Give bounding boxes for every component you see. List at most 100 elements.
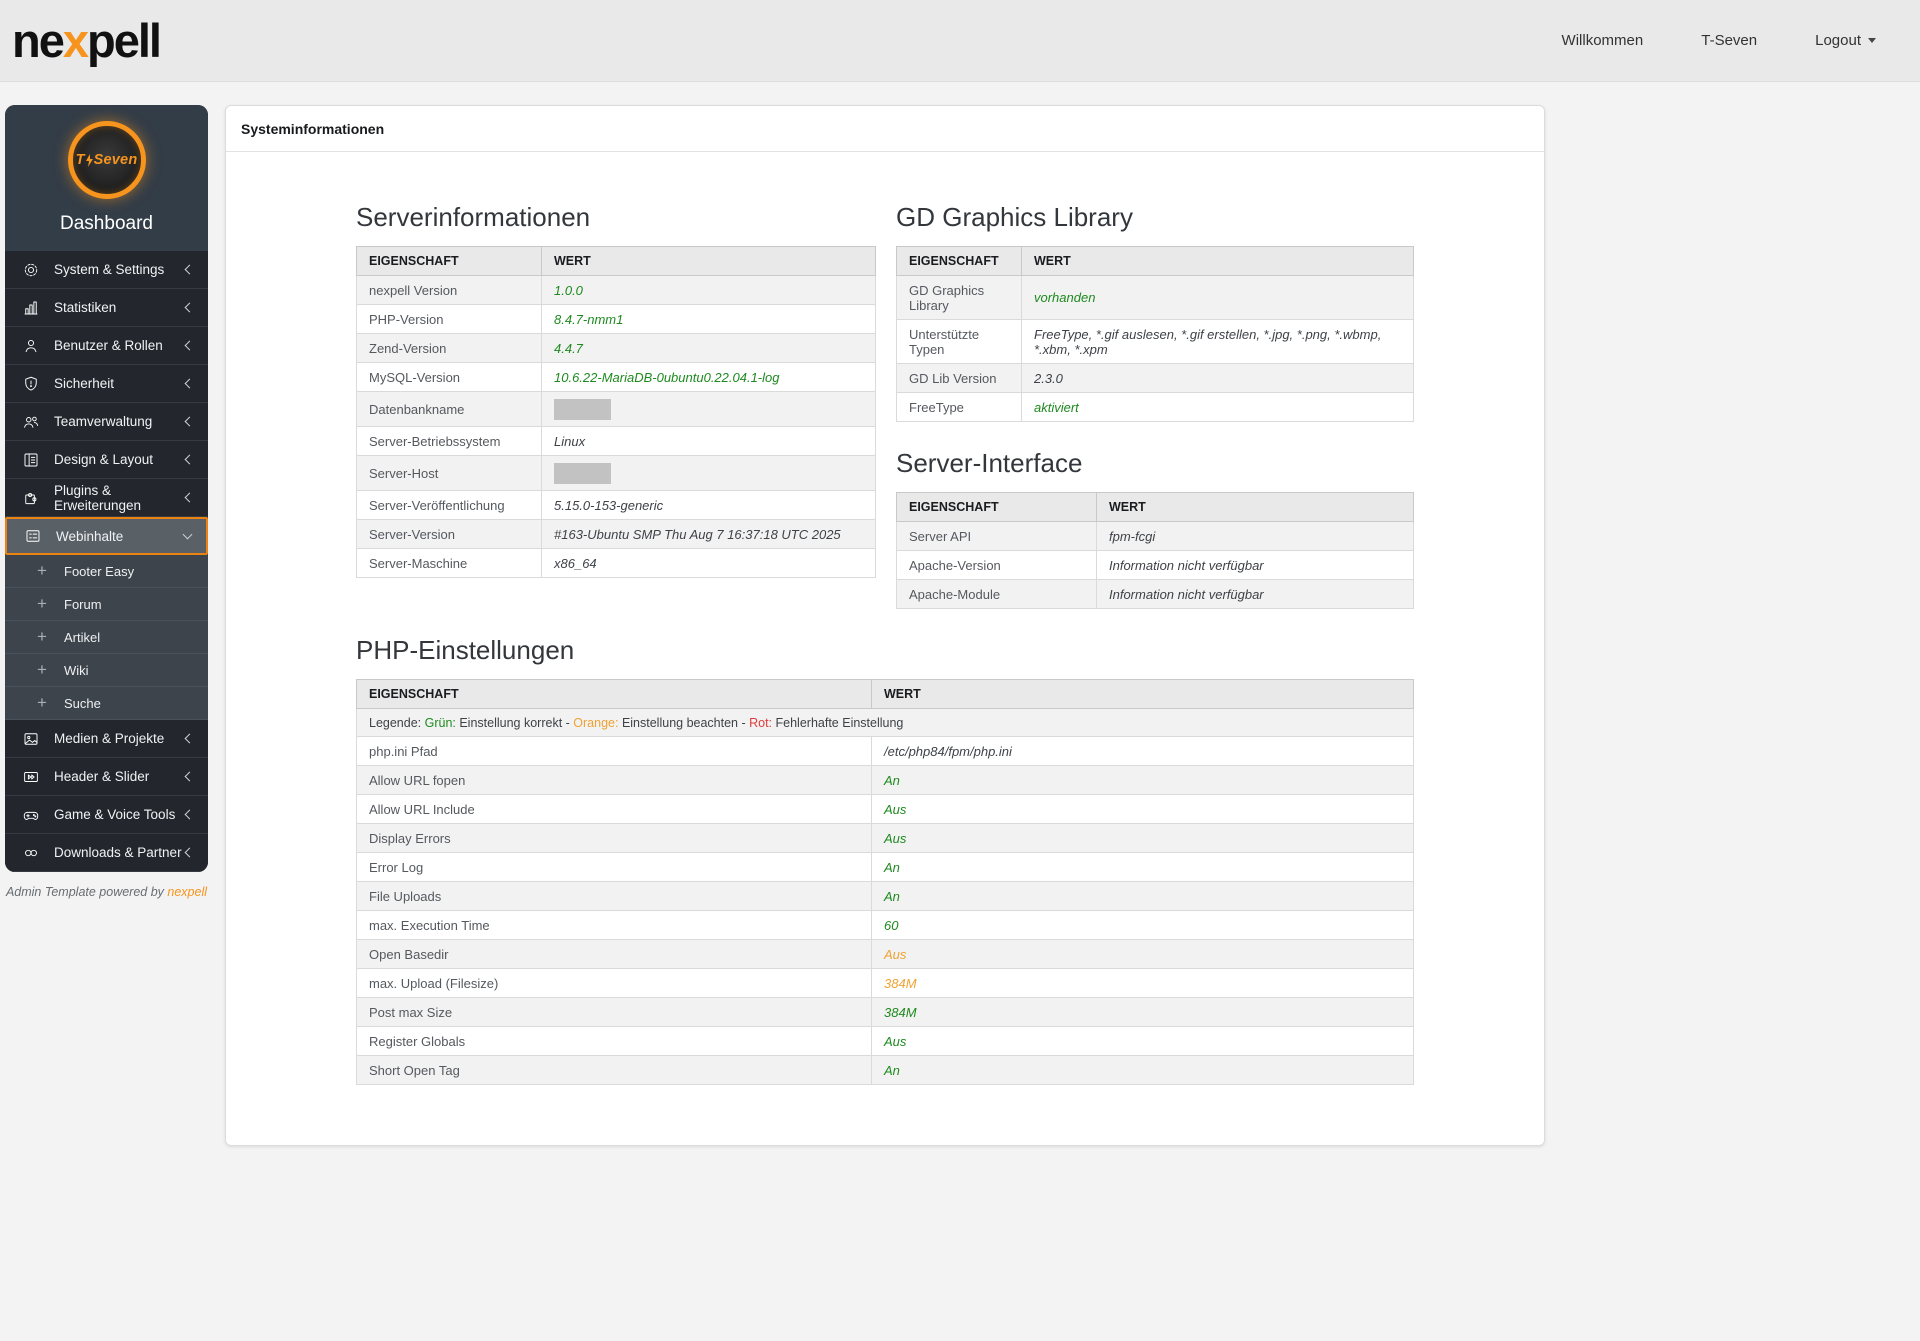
value-cell: aktiviert: [1021, 392, 1414, 422]
sidebar-item-label: Downloads & Partner: [54, 845, 182, 860]
sidebar-item-system-settings[interactable]: System & Settings: [5, 251, 208, 289]
sidebar-header: T Seven Dashboard: [5, 105, 208, 251]
property-cell: Register Globals: [356, 1026, 872, 1056]
property-cell: Post max Size: [356, 997, 872, 1027]
sidebar-item-label: Game & Voice Tools: [54, 807, 176, 822]
card-title: Systeminformationen: [226, 106, 1544, 152]
nexpell-credit-link[interactable]: nexpell: [167, 885, 207, 899]
sidebar-item-downloads-partner[interactable]: Downloads & Partner: [5, 834, 208, 872]
value-cell: Information nicht verfügbar: [1096, 579, 1414, 609]
property-cell: php.ini Pfad: [356, 736, 872, 766]
sidebar-item-game-voice-tools[interactable]: Game & Voice Tools: [5, 796, 208, 834]
column-header-wert: WERT: [541, 246, 876, 276]
top-header: nexpell Willkommen T-Seven Logout: [0, 0, 1920, 82]
sidebar-item-header-slider[interactable]: Header & Slider: [5, 758, 208, 796]
property-cell: File Uploads: [356, 881, 872, 911]
chevron-left-icon: [184, 809, 195, 820]
property-cell: GD Graphics Library: [896, 275, 1022, 320]
property-cell: nexpell Version: [356, 275, 542, 305]
property-cell: Error Log: [356, 852, 872, 882]
bar-chart-icon: [21, 298, 40, 317]
lightning-bolt-icon: [85, 153, 93, 167]
table-row: Post max Size 384M: [356, 997, 1414, 1027]
property-cell: Allow URL Include: [356, 794, 872, 824]
sidebar-item-statistiken[interactable]: Statistiken: [5, 289, 208, 327]
nexpell-logo[interactable]: nexpell: [12, 17, 162, 64]
column-header-wert: WERT: [1096, 492, 1414, 522]
value-cell: 384M: [871, 997, 1414, 1027]
property-cell: max. Execution Time: [356, 910, 872, 940]
value-cell: 1.0.0: [541, 275, 876, 305]
sidebar-subitem-suche[interactable]: + Suche: [5, 687, 208, 720]
sidebar-item-sicherheit[interactable]: Sicherheit: [5, 365, 208, 403]
value-cell: 10.6.22-MariaDB-0ubuntu0.22.04.1-log: [541, 362, 876, 392]
value-cell: [541, 455, 876, 491]
sidebar-item-webinhalte[interactable]: Webinhalte: [5, 517, 208, 555]
username-link[interactable]: T-Seven: [1701, 32, 1757, 49]
plus-icon: +: [37, 561, 47, 580]
sidebar-item-teamverwaltung[interactable]: Teamverwaltung: [5, 403, 208, 441]
property-cell: FreeType: [896, 392, 1022, 422]
main-content-card: Systeminformationen Serverinformationen …: [225, 105, 1545, 1146]
sidebar-item-medien-projekte[interactable]: Medien & Projekte: [5, 720, 208, 758]
logout-label: Logout: [1815, 32, 1861, 49]
property-cell: Short Open Tag: [356, 1055, 872, 1085]
chevron-left-icon: [184, 492, 195, 503]
table-row: Datenbankname: [356, 391, 876, 427]
value-cell: Aus: [871, 1026, 1414, 1056]
table-row: max. Execution Time 60: [356, 910, 1414, 940]
sidebar-subitem-footer-easy[interactable]: + Footer Easy: [5, 555, 208, 588]
user-icon: [21, 336, 40, 355]
badge-text: Seven: [93, 152, 138, 168]
sidebar-subitem-label: Forum: [64, 596, 102, 612]
sidebar-subitem-forum[interactable]: + Forum: [5, 588, 208, 621]
logout-menu[interactable]: Logout: [1815, 32, 1876, 49]
table-row: Zend-Version 4.4.7: [356, 333, 876, 363]
property-cell: Server-Host: [356, 455, 542, 491]
column-header-eigenschaft: EIGENSCHAFT: [896, 246, 1022, 276]
legend-green-label: Grün:: [424, 715, 456, 730]
chevron-left-icon: [184, 733, 195, 744]
table-row: nexpell Version 1.0.0: [356, 275, 876, 305]
sidebar-item-design-layout[interactable]: Design & Layout: [5, 441, 208, 479]
badge-text: T: [75, 152, 85, 168]
chevron-left-icon: [184, 771, 195, 782]
sidebar-item-benutzer-rollen[interactable]: Benutzer & Rollen: [5, 327, 208, 365]
link-icon: [21, 843, 40, 862]
section-title-php-einstellungen: PHP-Einstellungen: [356, 635, 575, 665]
table-row: GD Lib Version 2.3.0: [896, 363, 1414, 393]
table-row: Unterstützte Typen FreeType, *.gif ausles…: [896, 319, 1414, 364]
property-cell: Open Basedir: [356, 939, 872, 969]
welcome-link[interactable]: Willkommen: [1562, 32, 1644, 49]
sidebar-item-plugins-erweiterungen[interactable]: Plugins & Erweiterungen: [5, 479, 208, 517]
property-cell: Server-Betriebssystem: [356, 426, 542, 456]
column-header-wert: WERT: [871, 679, 1414, 709]
table-row: MySQL-Version 10.6.22-MariaDB-0ubuntu0.22…: [356, 362, 876, 392]
table-row: Server-Maschine x86_64: [356, 548, 876, 578]
sidebar-item-label: Medien & Projekte: [54, 731, 165, 746]
plus-icon: +: [37, 693, 47, 712]
sidebar-item-label: Sicherheit: [54, 376, 115, 391]
property-cell: Datenbankname: [356, 391, 542, 427]
sidebar-item-label: Plugins & Erweiterungen: [54, 482, 142, 513]
property-cell: Zend-Version: [356, 333, 542, 363]
value-cell: fpm-fcgi: [1096, 521, 1414, 551]
property-cell: Unterstützte Typen: [896, 319, 1022, 364]
server-interface-table: EIGENSCHAFT WERT Server API fpm-fcgi Apac…: [896, 492, 1414, 609]
table-row: PHP-Version 8.4.7-nmm1: [356, 304, 876, 334]
table-row: GD Graphics Library vorhanden: [896, 275, 1414, 320]
value-cell: Information nicht verfügbar: [1096, 550, 1414, 580]
table-row: Server-Veröffentlichung 5.15.0-153-generi…: [356, 490, 876, 520]
property-cell: Allow URL fopen: [356, 765, 872, 795]
sidebar-item-label: Header & Slider: [54, 769, 150, 784]
table-row: Display Errors Aus: [356, 823, 1414, 853]
chevron-left-icon: [184, 416, 195, 427]
sidebar-subitem-label: Wiki: [64, 662, 89, 678]
table-row: Allow URL fopen An: [356, 765, 1414, 795]
legend-orange-label: Orange:: [573, 715, 619, 730]
sidebar-subitem-artikel[interactable]: + Artikel: [5, 621, 208, 654]
value-cell: Linux: [541, 426, 876, 456]
table-row: php.ini Pfad/etc/php84/fpm/php.ini: [356, 736, 1414, 766]
sidebar-subitem-wiki[interactable]: + Wiki: [5, 654, 208, 687]
sidebar-item-label: System & Settings: [54, 262, 165, 277]
